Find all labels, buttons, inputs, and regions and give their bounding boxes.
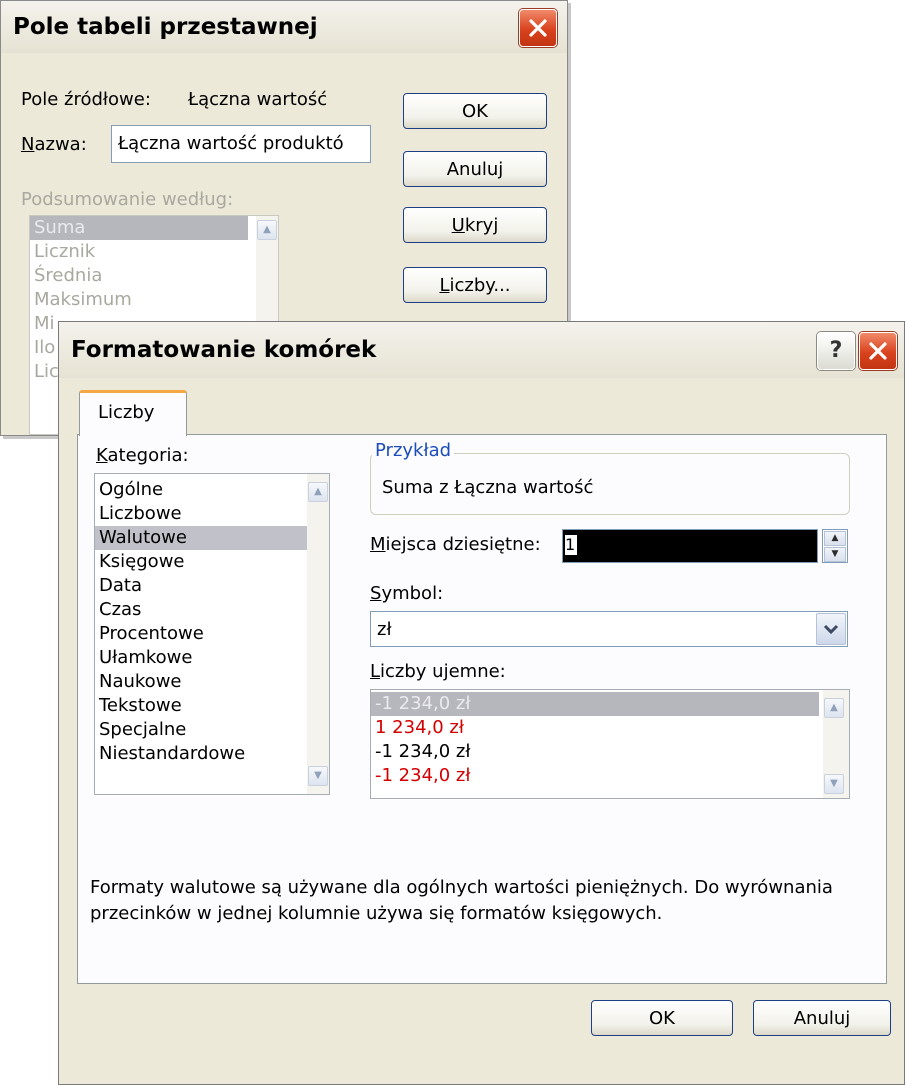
- pivot-cancel-button[interactable]: Anuluj: [403, 151, 547, 187]
- numbers-tab-panel: Kategoria: Ogólne Liczbowe Walutowe Księ…: [77, 434, 887, 984]
- name-input[interactable]: Łączna wartość produktó: [111, 125, 371, 163]
- help-icon[interactable]: ?: [817, 332, 855, 370]
- pivot-hide-button[interactable]: Ukryj: [403, 207, 547, 243]
- decimals-input[interactable]: 1: [562, 529, 818, 563]
- format-cells-dialog: Formatowanie komórek ? Liczby Kategoria:…: [58, 321, 905, 1085]
- chevron-down-icon[interactable]: [816, 613, 846, 645]
- scroll-up-icon[interactable]: ▲: [257, 220, 277, 240]
- category-item[interactable]: Niestandardowe: [95, 742, 329, 766]
- symbol-label: Symbol:: [370, 583, 444, 604]
- scroll-up-icon[interactable]: ▲: [308, 482, 328, 502]
- format-ok-button[interactable]: OK: [591, 1000, 733, 1036]
- format-dialog-close-icon[interactable]: [859, 332, 897, 370]
- category-item[interactable]: Księgowe: [95, 550, 329, 574]
- pivot-dialog-titlebar: Pole tabeli przestawnej: [1, 1, 567, 53]
- category-item[interactable]: Liczbowe: [95, 502, 329, 526]
- category-scrollbar[interactable]: ▲ ▼: [307, 474, 329, 794]
- negative-label: Liczby ujemne:: [370, 661, 506, 682]
- negative-scrollbar[interactable]: ▲ ▼: [823, 690, 849, 798]
- format-dialog-title: Formatowanie komórek: [71, 337, 377, 363]
- list-item[interactable]: Maksimum: [30, 288, 278, 312]
- pivot-numbers-button[interactable]: Liczby...: [403, 267, 547, 303]
- negative-item[interactable]: -1 234,0 zł: [371, 740, 849, 764]
- pivot-dialog-close-icon[interactable]: [519, 9, 557, 47]
- pivot-dialog-title: Pole tabeli przestawnej: [13, 14, 318, 40]
- format-cancel-button[interactable]: Anuluj: [753, 1000, 891, 1036]
- category-item[interactable]: Naukowe: [95, 670, 329, 694]
- format-dialog-titlebar: Formatowanie komórek ?: [59, 322, 904, 378]
- negative-item-selected[interactable]: -1 234,0 zł: [371, 692, 819, 716]
- negative-item[interactable]: 1 234,0 zł: [371, 716, 849, 740]
- name-label: Nazwa:: [21, 134, 87, 155]
- category-item[interactable]: Czas: [95, 598, 329, 622]
- symbol-dropdown[interactable]: zł: [370, 611, 848, 647]
- decimals-label: Miejsca dziesiętne:: [370, 534, 541, 555]
- scroll-down-icon[interactable]: ▼: [308, 766, 328, 786]
- category-description: Formaty walutowe są używane dla ogólnych…: [90, 877, 833, 924]
- scroll-up-icon[interactable]: ▲: [824, 698, 844, 718]
- sample-label: Przykład: [372, 440, 455, 461]
- tab-numbers[interactable]: Liczby: [79, 390, 187, 436]
- summary-label: Podsumowanie według:: [21, 189, 234, 210]
- spin-down-icon[interactable]: ▼: [824, 547, 846, 562]
- category-item[interactable]: Specjalne: [95, 718, 329, 742]
- spin-up-icon[interactable]: ▲: [824, 531, 846, 546]
- list-item[interactable]: Licznik: [30, 240, 278, 264]
- category-listbox[interactable]: Ogólne Liczbowe Walutowe Księgowe Data C…: [94, 473, 330, 795]
- negative-item[interactable]: -1 234,0 zł: [371, 764, 849, 788]
- list-item[interactable]: Średnia: [30, 264, 278, 288]
- category-item-selected[interactable]: Walutowe: [95, 526, 307, 550]
- category-label: Kategoria:: [96, 445, 189, 466]
- list-item[interactable]: Suma: [30, 216, 248, 240]
- source-field-label: Pole źródłowe:: [21, 89, 151, 110]
- category-item[interactable]: Data: [95, 574, 329, 598]
- pivot-ok-button[interactable]: OK: [403, 93, 547, 129]
- source-field-value: Łączna wartość: [188, 89, 328, 110]
- category-item[interactable]: Procentowe: [95, 622, 329, 646]
- negative-numbers-listbox[interactable]: -1 234,0 zł 1 234,0 zł -1 234,0 zł -1 23…: [370, 689, 850, 799]
- category-item[interactable]: Tekstowe: [95, 694, 329, 718]
- decimals-spinner[interactable]: ▲ ▼: [822, 529, 848, 563]
- sample-value: Suma z Łączna wartość: [382, 477, 594, 498]
- scroll-down-icon[interactable]: ▼: [824, 774, 844, 794]
- category-item[interactable]: Ułamkowe: [95, 646, 329, 670]
- category-item[interactable]: Ogólne: [95, 478, 329, 502]
